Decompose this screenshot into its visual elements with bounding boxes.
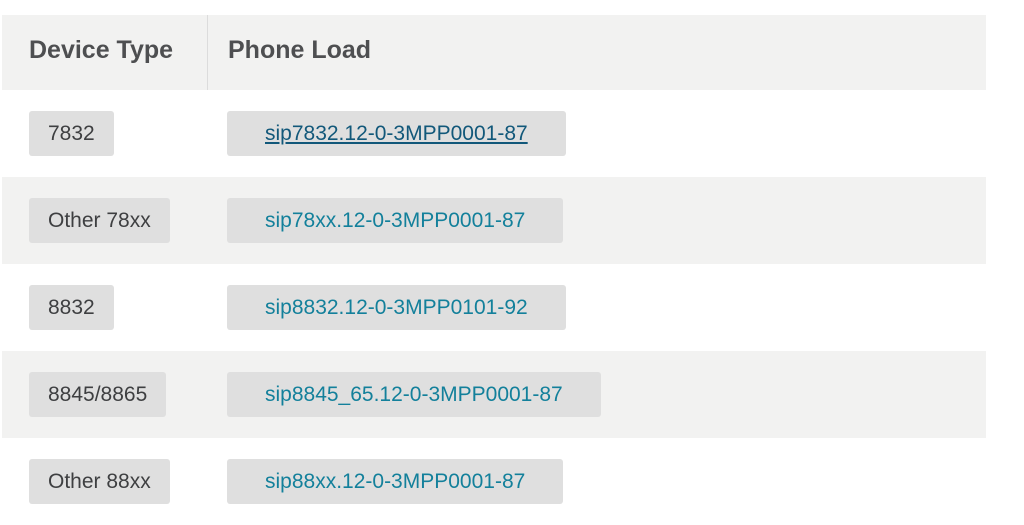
device-type-cell: 8845/8865 (29, 372, 167, 417)
table-row: Other 88xx sip88xx.12-0-3MPP0001-87 (2, 438, 986, 525)
device-type-cell: 8832 (29, 285, 114, 330)
phone-load-link[interactable]: sip7832.12-0-3MPP0001-87 (227, 111, 566, 156)
device-type-cell: Other 78xx (29, 198, 170, 243)
table-row: 8845/8865 sip8845_65.12-0-3MPP0001-87 (2, 351, 986, 438)
table-row: Other 78xx sip78xx.12-0-3MPP0001-87 (2, 177, 986, 264)
header-phone-load: Phone Load (228, 36, 372, 64)
phone-load-table: Device Type Phone Load 7832 sip7832.12-0… (2, 15, 986, 525)
device-type-cell: Other 88xx (29, 459, 170, 504)
device-type-cell: 7832 (29, 111, 114, 156)
phone-load-link[interactable]: sip8832.12-0-3MPP0101-92 (227, 285, 566, 330)
header-device-type: Device Type (29, 36, 174, 64)
phone-load-link[interactable]: sip78xx.12-0-3MPP0001-87 (227, 198, 564, 243)
phone-load-link[interactable]: sip8845_65.12-0-3MPP0001-87 (227, 372, 601, 417)
phone-load-link[interactable]: sip88xx.12-0-3MPP0001-87 (227, 459, 564, 504)
table-header: Device Type Phone Load (2, 15, 986, 90)
table-row: 8832 sip8832.12-0-3MPP0101-92 (2, 264, 986, 351)
table-row: 7832 sip7832.12-0-3MPP0001-87 (2, 90, 986, 177)
